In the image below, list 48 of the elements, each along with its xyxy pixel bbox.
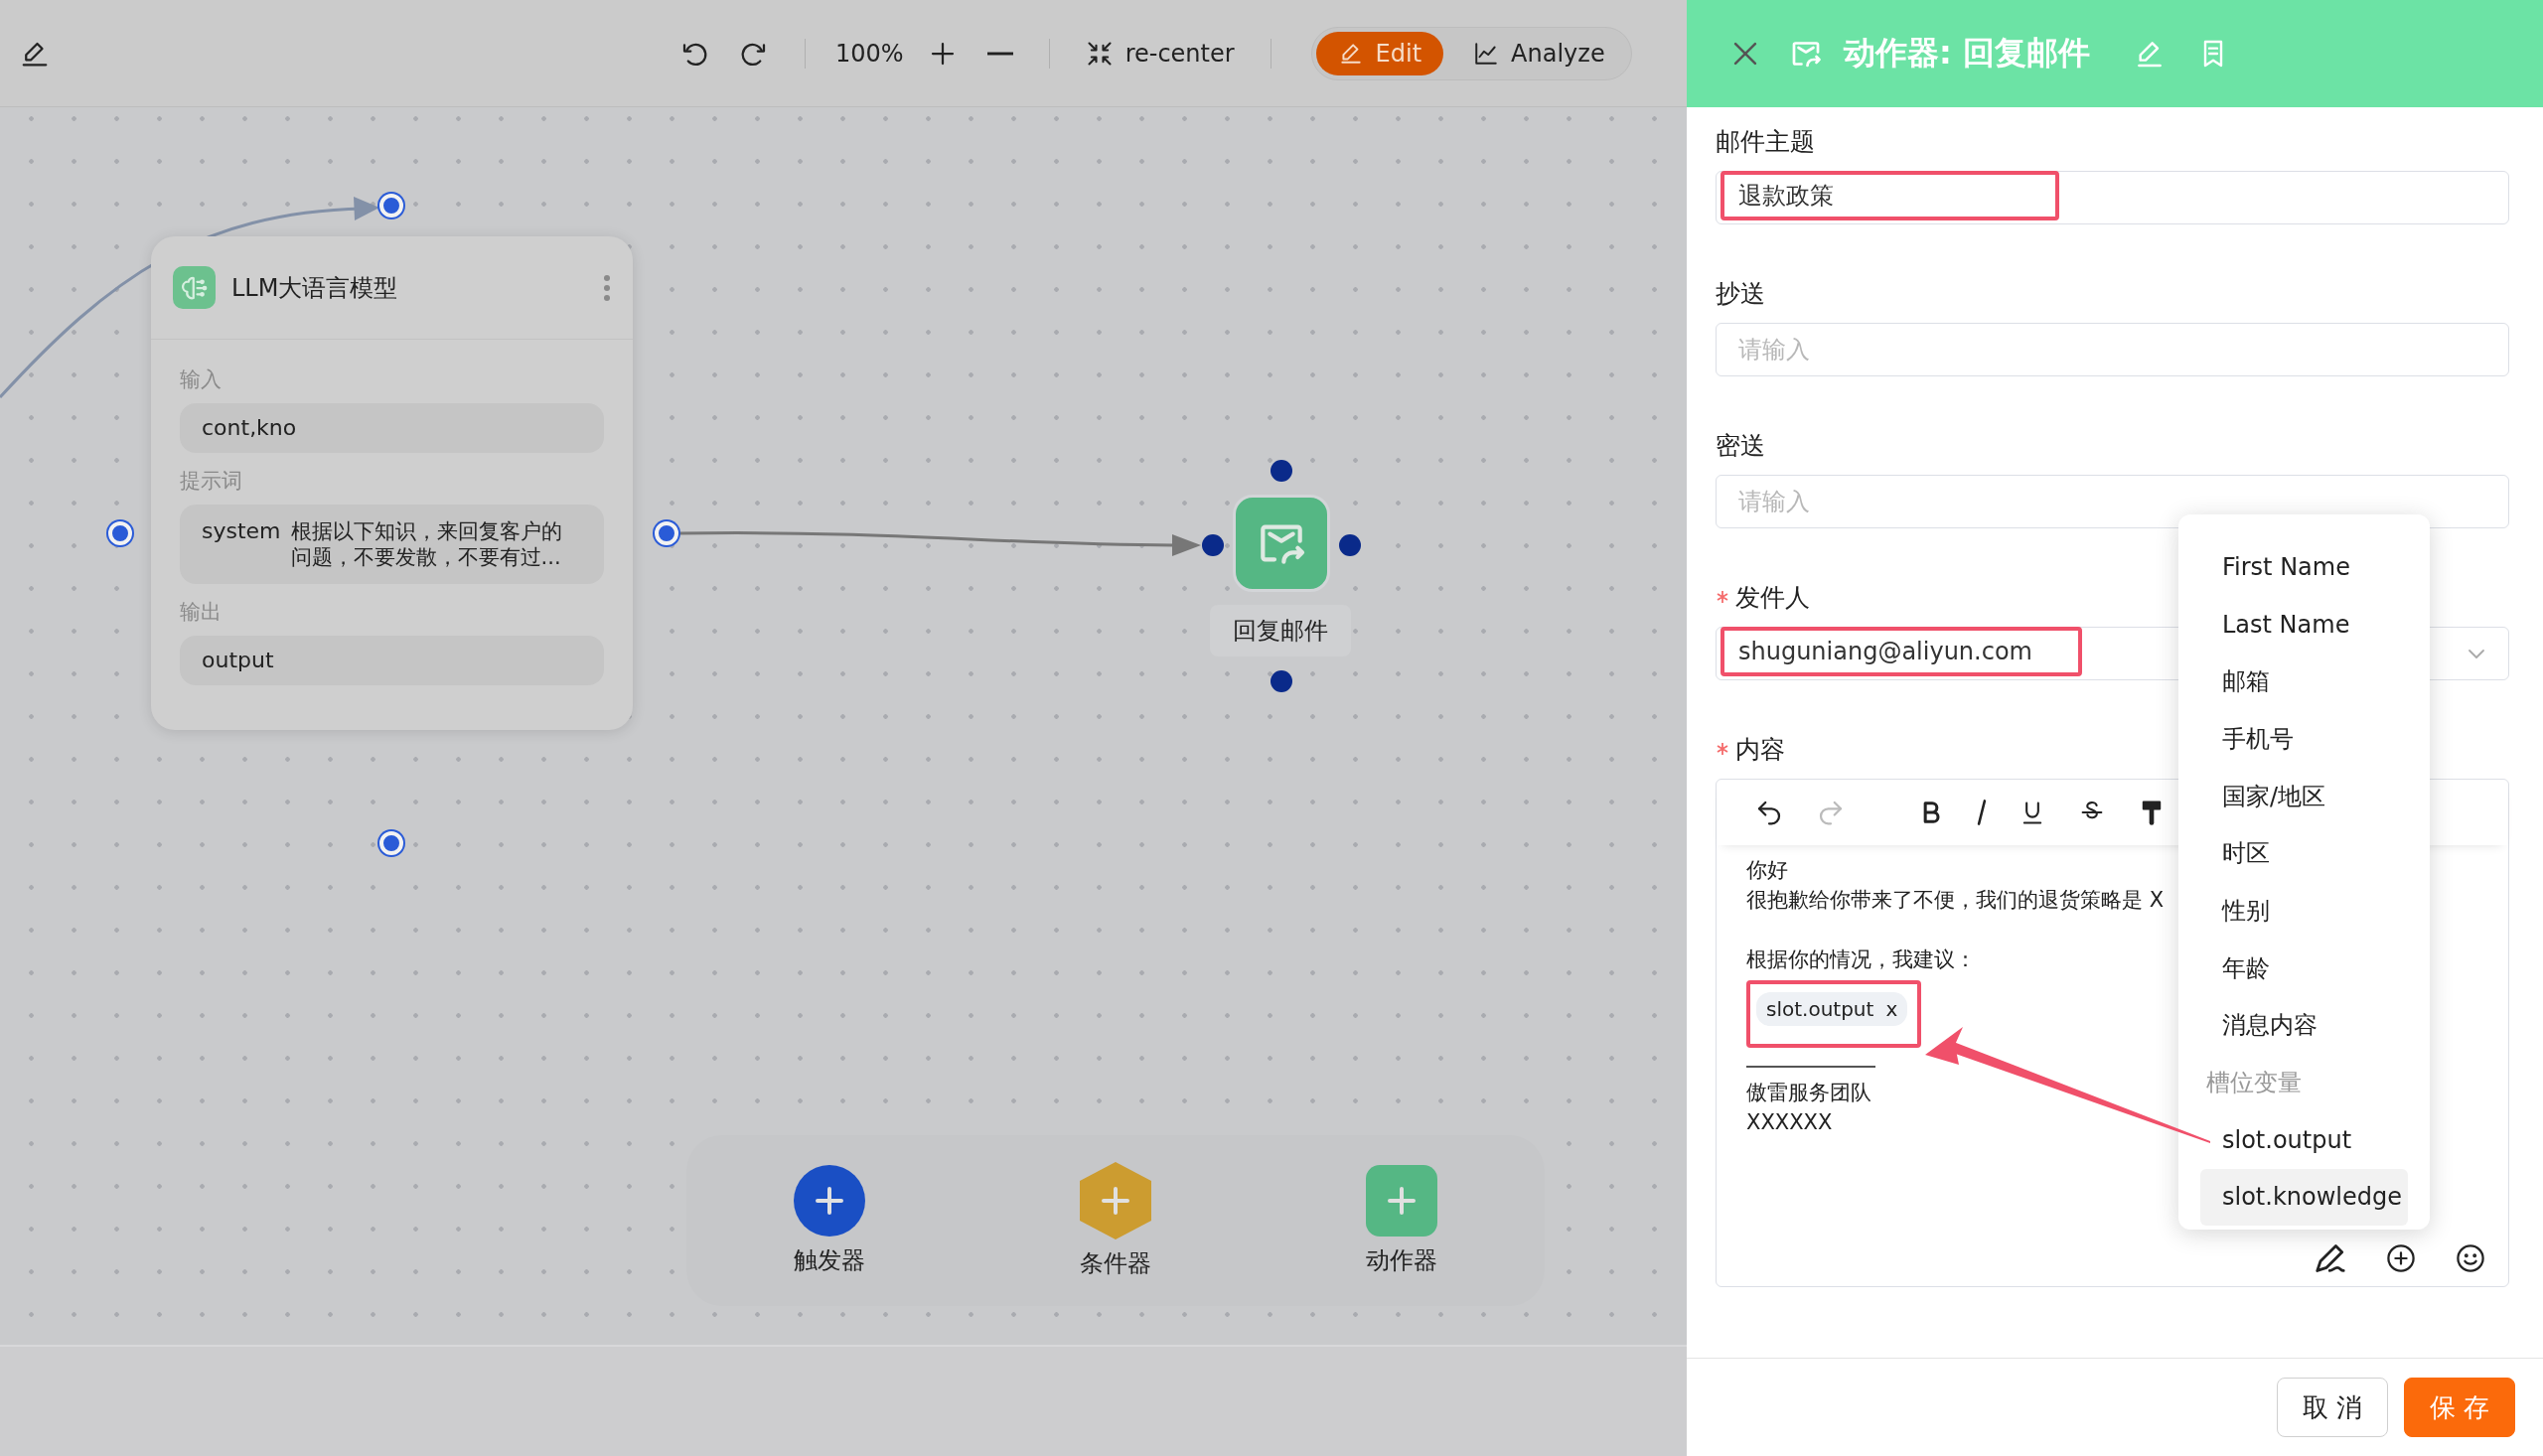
- section-value: cont,kno: [180, 403, 604, 453]
- field-label: 密送: [1716, 429, 1765, 462]
- dropdown-option[interactable]: 时区: [2200, 824, 2408, 883]
- content-text: 傲雷服务团队: [1746, 1080, 1871, 1106]
- palette-label: 动作器: [1366, 1245, 1437, 1276]
- field-label: 内容: [1735, 733, 1785, 766]
- node-title: LLM大语言模型: [231, 272, 399, 304]
- dropdown-option[interactable]: 消息内容: [2200, 996, 2408, 1055]
- content-text: XXXXXX: [1746, 1109, 1833, 1136]
- add-node-button[interactable]: 动作器: [1259, 1164, 1545, 1277]
- dropdown-option[interactable]: First Name: [2200, 538, 2408, 596]
- dropdown-option[interactable]: slot.knowledge: [2200, 1168, 2408, 1227]
- prompt-text: 根据以下知识，来回复客户的问题，不要发散，不要有过...: [290, 518, 562, 570]
- variable-tag[interactable]: slot.output x: [1756, 992, 1908, 1026]
- llm-node-card[interactable]: LLM大语言模型 输入 cont,kno 提示词 system 根据以下知识，来回复客户的问题，不要发散，不要有过... 输出 output: [151, 236, 633, 730]
- cancel-button[interactable]: 取 消: [2277, 1378, 2388, 1437]
- tag-remove[interactable]: x: [1885, 994, 1898, 1024]
- palette-label: 条件器: [1080, 1248, 1151, 1279]
- add-node-button[interactable]: 条件器: [972, 1161, 1259, 1280]
- zoom-level: 100%: [835, 39, 904, 68]
- section-label: 提示词: [180, 468, 243, 495]
- add-node-button[interactable]: 触发器: [686, 1164, 972, 1277]
- text-field[interactable]: 退款政策: [1716, 171, 2509, 224]
- dropdown-option[interactable]: 性别: [2200, 882, 2408, 940]
- dropdown-option[interactable]: 年龄: [2200, 939, 2408, 997]
- field-label: 抄送: [1716, 277, 1765, 310]
- palette-label: 触发器: [794, 1245, 865, 1276]
- node-label: 回复邮件: [1210, 605, 1351, 656]
- section-value: output: [180, 636, 604, 685]
- section-label: 输入: [180, 366, 223, 393]
- dropdown-option[interactable]: 手机号: [2200, 710, 2408, 768]
- dropdown-option[interactable]: slot.output: [2200, 1110, 2408, 1169]
- tag-label: slot.output: [1766, 996, 1874, 1023]
- prompt-role: system: [202, 518, 281, 545]
- placeholder: 请输入: [1737, 487, 1810, 517]
- mode-tab[interactable]: Analyze: [1451, 31, 1627, 75]
- highlight-frame: 退款政策: [1720, 171, 2059, 220]
- recenter-button[interactable]: re-center: [1079, 33, 1241, 73]
- field-label: 邮件主题: [1716, 125, 1815, 158]
- field-label: 发件人: [1735, 581, 1810, 614]
- placeholder: 请输入: [1737, 335, 1810, 365]
- content-text: 很抱歉给你带来了不便，我们的退货策略是 X: [1746, 887, 2165, 914]
- highlight-frame: shuguniang@aliyun.com: [1720, 627, 2082, 676]
- group-label: 槽位变量: [2205, 1068, 2303, 1099]
- content-text: 你好: [1746, 857, 1788, 884]
- section-label: 输出: [180, 599, 223, 626]
- content-text: 根据你的情况，我建议：: [1746, 946, 1976, 973]
- panel-title: 动作器: 回复邮件: [1844, 33, 2090, 73]
